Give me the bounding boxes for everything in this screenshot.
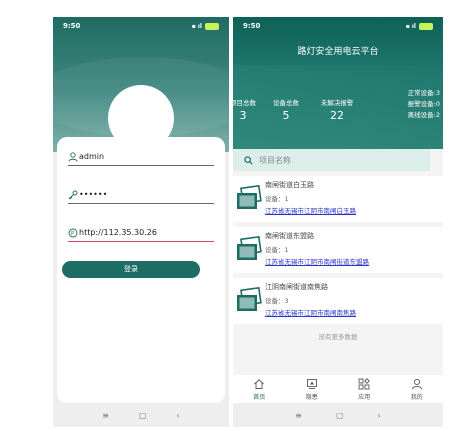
- project-name: 南闸街道白玉路: [265, 181, 314, 189]
- tab-label: 应用: [358, 393, 371, 401]
- stat-label: 设备总数: [273, 99, 299, 107]
- project-card[interactable]: 南闸街道白玉路 设备：1 江苏省无锡市江阴市南闸白玉路: [233, 176, 443, 222]
- login-button[interactable]: 登录: [62, 261, 200, 278]
- project-name: 南闸街道东盟路: [265, 232, 314, 240]
- offline-devices: 离线设备:2: [407, 111, 440, 119]
- status-icons: ▪ ıl: [191, 22, 219, 30]
- app-title: 路灯安全用电云平台: [297, 47, 379, 57]
- system-nav-bar: ≡ ▢ ‹: [53, 404, 229, 427]
- login-screen: 9:50 ▪ ıl admin •••••• P http://112.35.3…: [53, 17, 229, 427]
- search-icon: [244, 155, 253, 165]
- stat-projects: 项目总数 3: [233, 97, 263, 122]
- system-nav-bar: ≡ ▢ ‹: [233, 403, 443, 427]
- stat-alarms: 未解决报警 22: [315, 97, 359, 122]
- bottom-tab-bar: 首页 隐患 应用 我的: [233, 375, 443, 403]
- project-card[interactable]: 江阴南闸街道南焦路 设备：3 江苏省无锡市江阴市南闸南焦路: [233, 278, 443, 324]
- project-list-screen: 9:50 ▪ ıl 路灯安全用电云平台 项目总数 3 设备总数 5 未解决报警 …: [233, 17, 443, 427]
- home-nav-button[interactable]: ▢: [336, 411, 344, 420]
- photo-gallery-icon: [237, 287, 262, 311]
- battery-icon: [205, 22, 219, 30]
- tab-label: 首页: [253, 393, 266, 401]
- end-of-list-text: 没有更多数据: [318, 333, 358, 341]
- stat-label: 未解决报警: [320, 99, 354, 107]
- back-nav-button[interactable]: ‹: [378, 411, 381, 420]
- tab-profile[interactable]: 我的: [391, 375, 444, 403]
- stat-devices: 设备总数 5: [266, 97, 306, 122]
- screenshot-canvas: 9:50 ▪ ıl admin •••••• P http://112.35.3…: [0, 0, 467, 438]
- project-address-link[interactable]: 江苏省无锡市江阴市南闸南焦路: [265, 307, 356, 317]
- server-url-value: http://112.35.30.26: [79, 228, 157, 237]
- tab-hazards[interactable]: 隐患: [286, 375, 339, 403]
- status-bar: 9:50 ▪ ıl: [53, 17, 229, 35]
- home-icon: [254, 378, 265, 389]
- apps-icon: [358, 377, 371, 389]
- user-icon: [68, 151, 78, 162]
- server-url-field[interactable]: P http://112.35.30.26: [68, 224, 214, 242]
- device-status-summary: 正常设备:3 报警设备:0 离线设备:2: [361, 88, 440, 121]
- project-address-link[interactable]: 江苏省无锡市江阴市南闸街道东盟路: [265, 256, 369, 266]
- search-input[interactable]: 项目名称: [233, 149, 430, 171]
- tab-label: 我的: [410, 393, 423, 401]
- search-placeholder: 项目名称: [259, 155, 291, 165]
- device-count: 设备：3: [265, 297, 289, 305]
- back-nav-button[interactable]: ‹: [177, 411, 180, 420]
- menu-nav-button[interactable]: ≡: [102, 411, 109, 420]
- normal-devices: 正常设备:3: [407, 89, 440, 97]
- status-icons: ▪ ıl: [405, 22, 433, 30]
- device-count: 设备：1: [265, 195, 289, 203]
- project-name: 江阴南闸街道南焦路: [265, 283, 328, 291]
- stat-label: 项目总数: [233, 99, 256, 107]
- user-icon: [411, 378, 422, 389]
- battery-icon: [419, 22, 433, 30]
- password-field[interactable]: ••••••: [68, 186, 214, 204]
- tab-home[interactable]: 首页: [233, 375, 286, 403]
- home-nav-button[interactable]: ▢: [139, 411, 147, 420]
- status-bar: 9:50 ▪ ıl: [233, 17, 443, 35]
- stat-value: 3: [239, 109, 247, 122]
- project-address-link[interactable]: 江苏省无锡市江阴市南闸白玉路: [265, 205, 356, 215]
- status-time: 9:50: [63, 22, 81, 30]
- stat-value: 22: [330, 109, 344, 122]
- tab-apps[interactable]: 应用: [338, 375, 391, 403]
- key-icon: [68, 190, 78, 199]
- alarm-devices: 报警设备:0: [407, 100, 440, 108]
- photo-gallery-icon: [237, 236, 262, 260]
- photo-gallery-icon: [237, 185, 262, 209]
- status-time: 9:50: [243, 22, 261, 30]
- menu-nav-button[interactable]: ≡: [295, 411, 302, 420]
- project-card[interactable]: 南闸街道东盟路 设备：1 江苏省无锡市江阴市南闸街道东盟路: [233, 227, 443, 273]
- server-icon: P: [68, 228, 78, 237]
- signal-icon: ▪ ıl: [405, 22, 416, 30]
- username-field[interactable]: admin: [68, 148, 214, 166]
- device-count: 设备：1: [265, 246, 289, 254]
- username-value: admin: [79, 152, 105, 161]
- password-value: ••••••: [79, 190, 108, 199]
- dashboard-header: [233, 17, 443, 149]
- signal-icon: ▪ ıl: [191, 22, 202, 30]
- stat-value: 5: [282, 109, 290, 122]
- tab-label: 隐患: [305, 393, 318, 401]
- monitor-icon: [306, 378, 317, 389]
